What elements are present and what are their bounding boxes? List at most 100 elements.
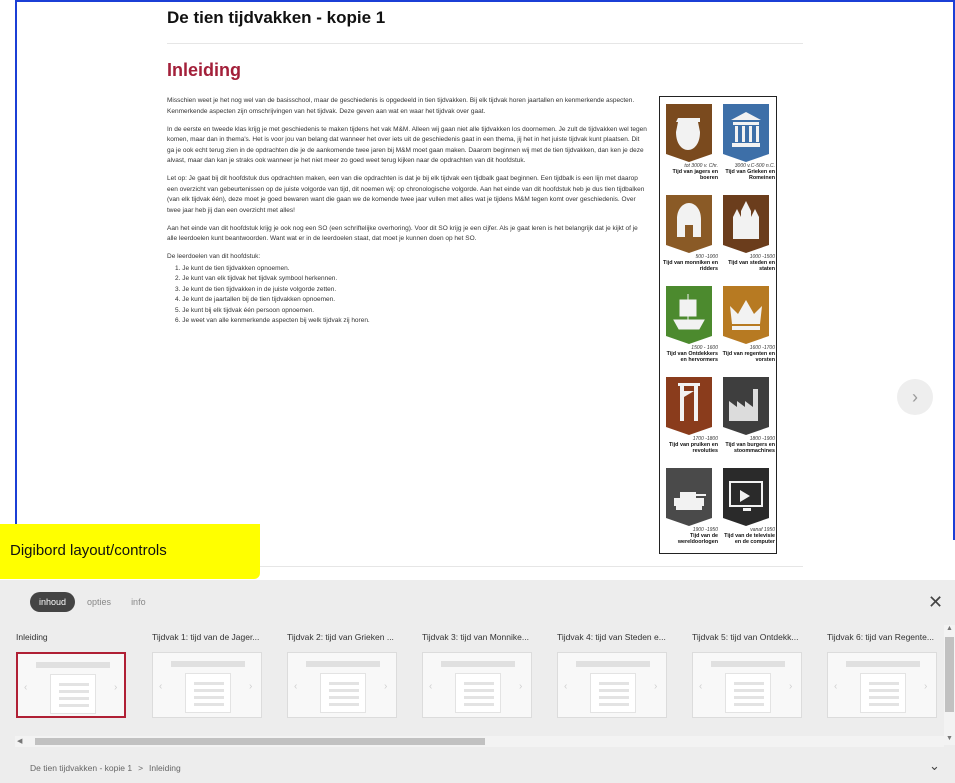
goal-item: 3. Je kunt de tien tijdvakken in de juis…: [175, 285, 337, 293]
tijdvak-2: 3000 v.C-500 n.C. Tijd van Grieken en Rom…: [720, 101, 776, 187]
tank-icon: [666, 468, 712, 526]
page-thumbnail[interactable]: Tijdvak 3: tijd van Monnike... ‹ ›: [422, 632, 544, 718]
tijdvakken-overview-image: tot 3000 v. Chr. Tijd van jagers en boere…: [659, 96, 777, 554]
tijdvak-name: Tijd van steden en staten: [728, 260, 775, 272]
thumbnail-label: Tijdvak 4: tijd van Steden e...: [557, 632, 666, 642]
tijdvak-7: 1700 -1800 Tijd van pruiken en revoluties: [663, 374, 719, 460]
tijdvak-name: Tijd van burgers en stoommachines: [725, 442, 775, 454]
chevron-left-icon: ‹: [564, 681, 568, 692]
chevron-left-icon: ‹: [159, 681, 163, 692]
paragraph: In de eerste en tweede klas krijg je met…: [167, 125, 647, 165]
page-thumbnail[interactable]: Inleiding ‹ ›: [16, 632, 138, 718]
chevron-left-icon: ‹: [24, 682, 28, 693]
tijdvak-4: 1000 -1500 Tijd van steden en staten: [720, 192, 776, 278]
scroll-down-icon[interactable]: ▼: [946, 735, 953, 742]
page-frame: De tien tijdvakken - kopie 1 Inleiding M…: [0, 0, 955, 783]
chevron-down-icon[interactable]: ⌄: [929, 758, 940, 774]
tab-opties[interactable]: opties: [79, 592, 119, 612]
thumbnail-preview[interactable]: ‹ ›: [16, 652, 126, 718]
article-body: Misschien weet je het nog wel van de bas…: [167, 96, 647, 327]
thumbnail-preview[interactable]: ‹ ›: [287, 652, 397, 718]
frame-border-top: [15, 0, 955, 2]
tijdvak-name: Tijd van pruiken en revoluties: [668, 442, 718, 454]
ship-icon: [666, 286, 712, 344]
thumbnail-preview[interactable]: ‹ ›: [152, 652, 262, 718]
chevron-left-icon: ‹: [294, 681, 298, 692]
page-thumbnail[interactable]: Tijdvak 1: tijd van de Jager... ‹ ›: [152, 632, 274, 718]
pot-icon: [666, 104, 712, 162]
chevron-right-icon: ›: [789, 681, 793, 692]
paragraph: Let op: Je gaat bij dit hoofdstuk dus op…: [167, 175, 645, 214]
tijdvak-8: 1800 -1900 Tijd van burgers en stoommachi…: [720, 374, 776, 460]
thumbnail-preview[interactable]: ‹ ›: [827, 652, 937, 718]
tijdvak-5: 1500 - 1600 Tijd van Ontdekkers en hervor…: [663, 283, 719, 369]
chevron-right-icon: ›: [384, 681, 388, 692]
frame-border-left: [15, 0, 17, 540]
tijdvak-name: Tijd van de wereldoorlogen: [677, 533, 718, 545]
castle-icon: [723, 195, 769, 253]
thumbnail-label: Tijdvak 1: tijd van de Jager...: [152, 632, 260, 642]
crown-icon: [723, 286, 769, 344]
scroll-left-icon[interactable]: ◀: [17, 737, 22, 745]
section-title: Inleiding: [167, 60, 241, 80]
breadcrumb-current: Inleiding: [149, 763, 181, 773]
tijdvak-9: 1900 -1950 Tijd van de wereldoorlogen: [663, 465, 719, 551]
chevron-right-icon: ›: [519, 681, 523, 692]
chevron-left-icon: ‹: [699, 681, 703, 692]
goal-item: 2. Je kunt van elk tijdvak het tijdvak s…: [175, 275, 338, 282]
thumbnail-preview[interactable]: ‹ ›: [692, 652, 802, 718]
tijdvak-name: Tijd van de televisie en de computer: [724, 533, 775, 545]
page-thumbnails: Inleiding ‹ › Tijdvak 1: tijd van de Jager.…: [0, 632, 945, 737]
close-icon[interactable]: ✕: [928, 592, 943, 613]
chevron-left-icon: ‹: [429, 681, 433, 692]
goals-list: 1. Je kunt de tien tijdvakken opnoemen. …: [175, 264, 647, 327]
thumbnail-label: Tijdvak 3: tijd van Monnike...: [422, 632, 529, 642]
next-page-button[interactable]: ›: [897, 379, 933, 415]
tijdvak-name: Tijd van jagers en boeren: [672, 169, 718, 181]
tijdvak-name: Tijd van Ontdekkers en hervormers: [666, 351, 718, 363]
chevron-right-icon: ›: [249, 681, 253, 692]
horizontal-scrollbar[interactable]: ◀: [15, 736, 944, 747]
thumbnail-preview[interactable]: ‹ ›: [557, 652, 667, 718]
page-thumbnail[interactable]: Tijdvak 4: tijd van Steden e... ‹ ›: [557, 632, 679, 718]
chevron-right-icon: ›: [114, 682, 118, 693]
tijdvak-3: 500 -1000 Tijd van monniken en ridders: [663, 192, 719, 278]
content-divider: [167, 566, 803, 567]
chevron-left-icon: ‹: [834, 681, 838, 692]
guillotine-icon: [666, 377, 712, 435]
page-thumbnail[interactable]: Tijdvak 6: tijd van Regente... ‹ ›: [827, 632, 949, 718]
tab-inhoud[interactable]: inhoud: [30, 592, 76, 612]
thumbnail-label: Inleiding: [16, 632, 48, 642]
document-title: De tien tijdvakken - kopie 1: [167, 8, 386, 27]
overlay-label: Digibord layout/controls: [0, 524, 260, 579]
temple-icon: [723, 104, 769, 162]
goal-item: 1. Je kunt de tien tijdvakken opnoemen.: [175, 264, 290, 272]
chevron-right-icon: ›: [654, 681, 658, 692]
breadcrumb-document[interactable]: De tien tijdvakken - kopie 1: [30, 763, 132, 773]
chevron-right-icon: ›: [924, 681, 928, 692]
thumbnail-label: Tijdvak 6: tijd van Regente...: [827, 632, 934, 642]
scroll-up-icon[interactable]: ▲: [946, 625, 953, 632]
tijdvak-name: Tijd van regenten en vorsten: [722, 351, 775, 363]
horizontal-scroll-thumb[interactable]: [35, 738, 485, 745]
goal-item: 6. Je weet van alle kenmerkende aspecten…: [175, 317, 370, 324]
tab-info[interactable]: info: [123, 592, 154, 612]
factory-icon: [723, 377, 769, 435]
page-thumbnail[interactable]: Tijdvak 5: tijd van Ontdekk... ‹ ›: [692, 632, 814, 718]
goal-item: 4. Je kunt de jaartallen bij de tien tij…: [175, 296, 336, 303]
tijdvak-10: vanaf 1950 Tijd van de televisie en de co…: [720, 465, 776, 551]
page-thumbnail[interactable]: Tijdvak 2: tijd van Grieken ... ‹ ›: [287, 632, 409, 718]
helmet-icon: [666, 195, 712, 253]
goal-item: 5. Je kunt bij elk tijdvak één persoon o…: [175, 306, 315, 314]
tijdvak-1: tot 3000 v. Chr. Tijd van jagers en boere…: [663, 101, 719, 187]
vertical-scroll-thumb[interactable]: [945, 637, 954, 712]
thumbnail-label: Tijdvak 5: tijd van Ontdekk...: [692, 632, 799, 642]
panel-tabs: inhoud opties info: [30, 592, 158, 612]
vertical-scrollbar[interactable]: ▲ ▼: [944, 625, 955, 745]
navigation-panel: inhoud opties info ✕ Inleiding ‹ › Tijdvak …: [0, 580, 955, 783]
goals-intro: De leerdoelen van dit hoofdstuk:: [167, 253, 261, 260]
thumbnail-preview[interactable]: ‹ ›: [422, 652, 532, 718]
paragraph: Misschien weet je het nog wel van de bas…: [167, 97, 635, 115]
title-divider: [167, 43, 803, 44]
tijdvak-name: Tijd van monniken en ridders: [663, 260, 719, 272]
